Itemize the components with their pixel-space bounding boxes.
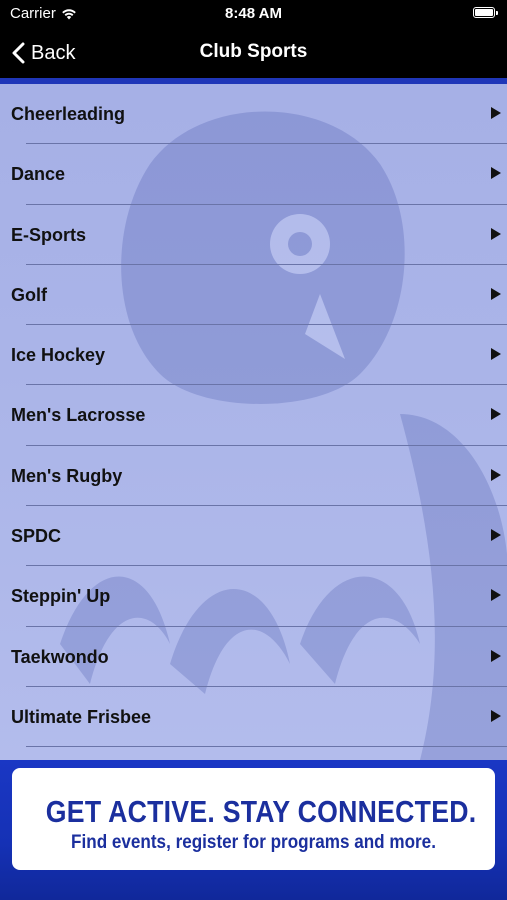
list-item-label: Cheerleading	[11, 104, 126, 124]
disclosure-arrow-icon	[491, 589, 501, 602]
status-bar: Carrier 8:48 AM	[0, 0, 507, 28]
list-item-label: Golf	[11, 284, 47, 305]
list-item-label: Ultimate Frisbee	[11, 706, 152, 727]
disclosure-arrow-icon	[491, 468, 501, 481]
list-item-label: E-Sports	[11, 224, 87, 245]
disclosure-arrow-icon	[491, 408, 501, 421]
list-item[interactable]: Men's Lacrosse	[0, 385, 507, 446]
page-title: Club Sports	[199, 41, 308, 62]
list-item[interactable]: Ice Hockey	[0, 325, 507, 386]
list-item[interactable]: SPDC	[0, 506, 507, 567]
disclosure-arrow-icon	[491, 529, 501, 542]
list-item[interactable]: Taekwondo	[0, 627, 507, 687]
battery-icon	[473, 7, 498, 18]
status-time: 8:48 AM	[225, 5, 282, 22]
footer-area: GET ACTIVE. STAY CONNECTED. Find events,…	[0, 760, 507, 900]
promo-banner[interactable]: GET ACTIVE. STAY CONNECTED. Find events,…	[12, 768, 495, 870]
disclosure-arrow-icon	[491, 348, 501, 361]
navigation-bar: Back Club Sports	[0, 28, 507, 78]
club-sports-list-area[interactable]: Cheerleading Dance E-Sports Golf Ice Hockey M…	[0, 84, 507, 760]
banner-subline: Find events, register for programs and m…	[71, 832, 436, 853]
disclosure-arrow-icon	[491, 649, 501, 662]
list-item-label: SPDC	[11, 526, 62, 547]
list-item[interactable]: Cheerleading	[0, 84, 507, 145]
list-item[interactable]: Dance	[0, 144, 507, 205]
club-sports-list: Cheerleading Dance E-Sports Golf Ice Hockey M…	[0, 84, 507, 748]
list-item[interactable]: Men's Rugby	[0, 446, 507, 507]
list-item-label: Dance	[11, 164, 66, 185]
list-item-label: Steppin' Up	[11, 586, 111, 607]
banner-headline: GET ACTIVE. STAY CONNECTED.	[45, 794, 477, 829]
list-item[interactable]: Steppin' Up	[0, 566, 507, 627]
list-item-label: Men's Rugby	[11, 465, 123, 486]
list-item-label: Ice Hockey	[11, 345, 106, 366]
disclosure-arrow-icon	[491, 227, 501, 240]
disclosure-arrow-icon	[491, 167, 501, 180]
list-item-label: Men's Lacrosse	[11, 405, 146, 426]
row-separator	[26, 746, 507, 748]
disclosure-arrow-icon	[491, 709, 501, 722]
list-item[interactable]: Golf	[0, 265, 507, 326]
list-item-label: Taekwondo	[11, 646, 109, 667]
disclosure-arrow-icon	[491, 107, 501, 119]
list-item[interactable]: Ultimate Frisbee	[0, 687, 507, 748]
list-item[interactable]: E-Sports	[0, 205, 507, 265]
disclosure-arrow-icon	[491, 287, 501, 300]
